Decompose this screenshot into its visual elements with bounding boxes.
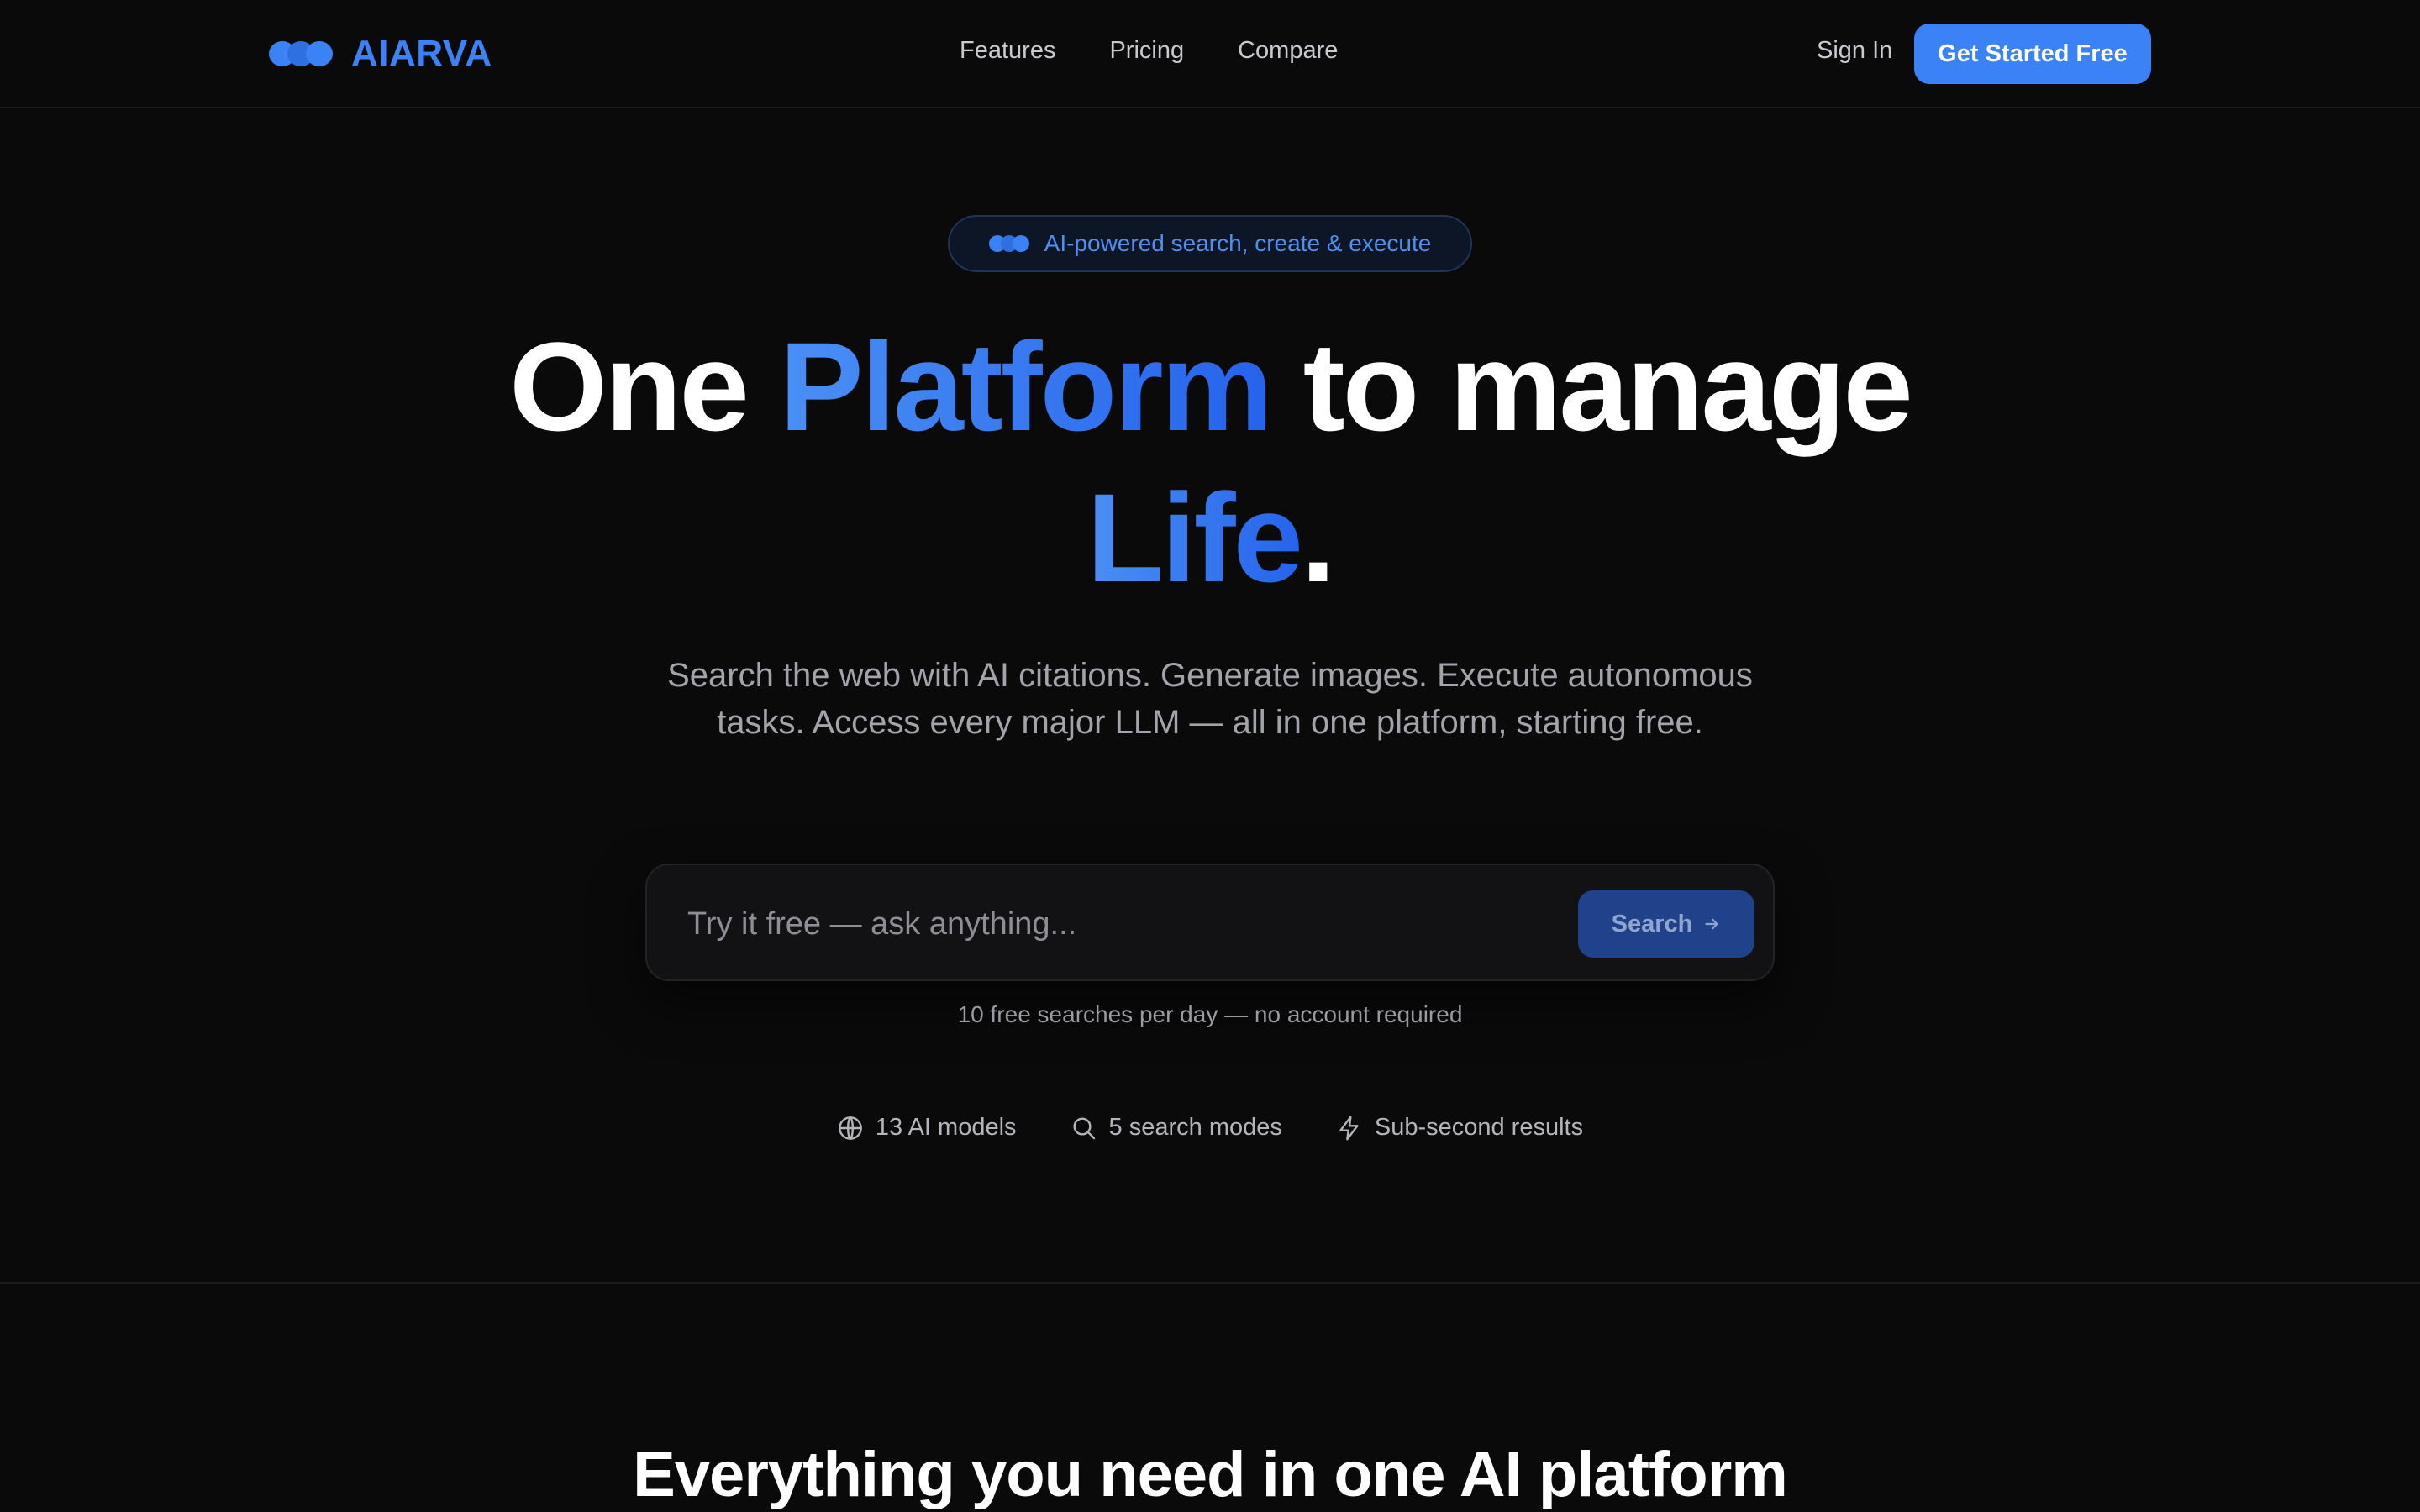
top-nav: AIARVA Features Pricing Compare Sign In … bbox=[0, 0, 2420, 108]
search-input[interactable] bbox=[687, 894, 1528, 954]
hero-headline-line2: Life. bbox=[0, 462, 2420, 613]
headline-text-to-manage: to manage bbox=[1270, 316, 1913, 457]
brand-name: AIARVA bbox=[351, 33, 492, 74]
hero-search-box: Search bbox=[645, 864, 1775, 981]
brand-logo[interactable]: AIARVA bbox=[269, 30, 492, 77]
feature-speed: Sub-second results bbox=[1336, 1114, 1583, 1142]
headline-highlight-life: Life bbox=[1086, 467, 1303, 608]
section-divider bbox=[0, 1282, 2420, 1284]
feature-label: 13 AI models bbox=[875, 1114, 1017, 1141]
nav-link-compare[interactable]: Compare bbox=[1238, 37, 1338, 65]
hero-headline-line1: One Platform to manage bbox=[0, 311, 2420, 462]
get-started-button[interactable]: Get Started Free bbox=[1914, 24, 2151, 84]
free-searches-note: 10 free searches per day — no account re… bbox=[957, 1001, 1463, 1027]
logo-mark-icon bbox=[269, 39, 336, 69]
sign-in-link[interactable]: Sign In bbox=[1817, 37, 1892, 65]
search-button[interactable]: Search bbox=[1578, 890, 1754, 958]
search-icon bbox=[1072, 1116, 1095, 1139]
feature-ai-models: 13 AI models bbox=[837, 1114, 1017, 1142]
feature-label: Sub-second results bbox=[1374, 1114, 1584, 1141]
nav-link-features[interactable]: Features bbox=[960, 37, 1055, 65]
hero-badge: AI-powered search, create & execute bbox=[948, 215, 1472, 272]
feature-search-modes: 5 search modes bbox=[1071, 1114, 1282, 1142]
landing-page: AIARVA Features Pricing Compare Sign In … bbox=[0, 0, 2420, 1512]
hero-subtitle: Search the web with AI citations. Genera… bbox=[667, 657, 1753, 741]
hero-feature-list: 13 AI models 5 search modes Sub-second r… bbox=[0, 1114, 2420, 1142]
globe-icon bbox=[839, 1116, 862, 1140]
arrow-right-icon bbox=[1705, 918, 1718, 930]
headline-text-one: One bbox=[509, 316, 780, 457]
hero-badge-text: AI-powered search, create & execute bbox=[1044, 230, 1432, 256]
lightning-icon bbox=[1339, 1115, 1359, 1141]
headline-highlight-platform: Platform bbox=[779, 316, 1273, 457]
feature-label: 5 search modes bbox=[1108, 1114, 1282, 1141]
section-title: Everything you need in one AI platform bbox=[633, 1439, 1788, 1510]
nav-links: Features Pricing Compare bbox=[960, 37, 1338, 65]
headline-period: . bbox=[1301, 467, 1336, 608]
badge-logo-icon bbox=[988, 235, 1029, 252]
search-button-label: Search bbox=[1611, 910, 1693, 937]
nav-link-pricing[interactable]: Pricing bbox=[1109, 37, 1184, 65]
